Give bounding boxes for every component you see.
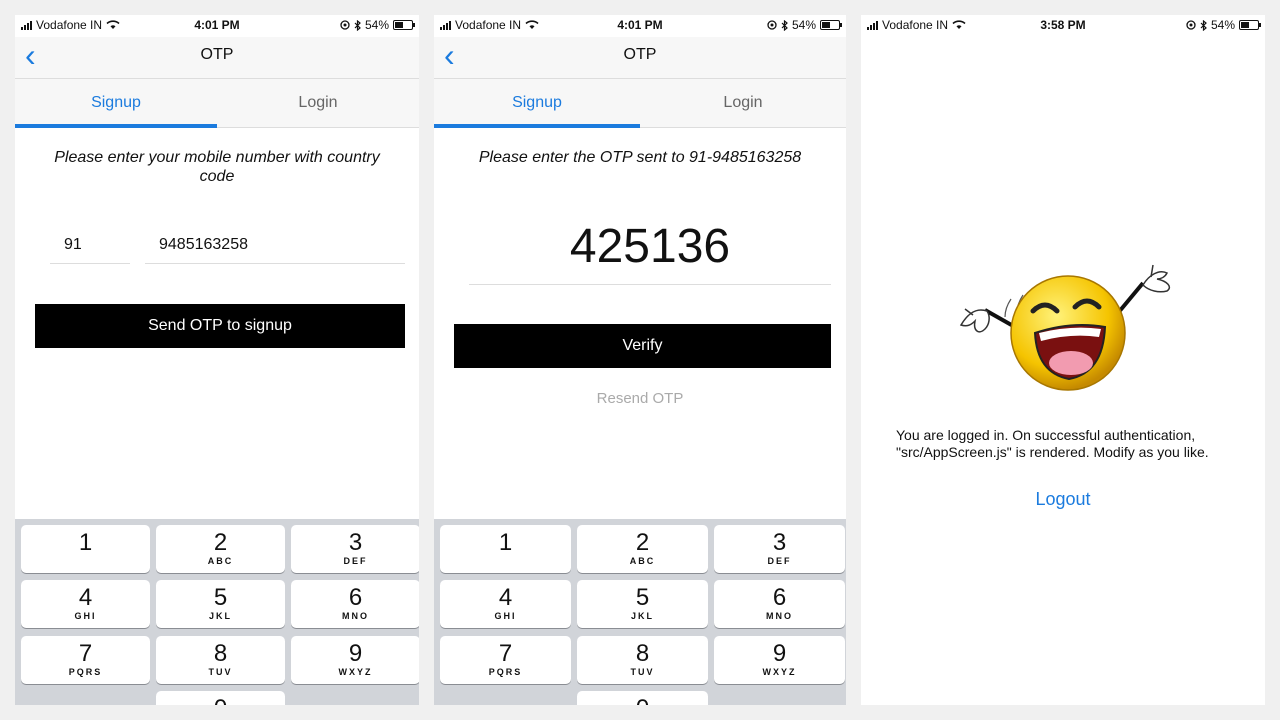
key-digit: 2 bbox=[213, 529, 228, 556]
key-digit: 4 bbox=[78, 584, 93, 611]
key-3[interactable]: 3 DEF bbox=[291, 525, 419, 573]
verify-button[interactable]: Verify bbox=[454, 324, 831, 368]
key-digit: 8 bbox=[635, 640, 650, 667]
key-4[interactable]: 4 GHI bbox=[21, 580, 150, 628]
location-icon bbox=[340, 20, 350, 30]
key-letters: DEF bbox=[767, 556, 792, 566]
key-9[interactable]: 9 WXYZ bbox=[714, 636, 845, 684]
nav-bar: ‹ OTP bbox=[15, 37, 419, 79]
key-letters: TUV bbox=[630, 667, 655, 677]
key-7[interactable]: 7 PQRS bbox=[440, 636, 571, 684]
tab-login[interactable]: Login bbox=[640, 79, 846, 127]
key-5[interactable]: 5 JKL bbox=[156, 580, 285, 628]
battery-icon bbox=[393, 20, 415, 30]
key-letters: WXYZ bbox=[338, 667, 373, 677]
key-digit: 6 bbox=[348, 584, 363, 611]
signup-phone-screen: Vodafone IN 4:01 PM 54% ‹ OTP Signup Log… bbox=[15, 15, 419, 705]
logged-in-message: You are logged in. On successful authent… bbox=[896, 427, 1209, 460]
key-6[interactable]: 6 MNO bbox=[714, 580, 845, 628]
tab-signup[interactable]: Signup bbox=[15, 79, 217, 128]
bluetooth-icon bbox=[354, 19, 361, 31]
key-letters: WXYZ bbox=[762, 667, 797, 677]
logged-in-screen: Vodafone IN 3:58 PM 54% You are logged i… bbox=[861, 15, 1265, 705]
key-digit: 1 bbox=[78, 529, 93, 556]
key-digit: 9 bbox=[348, 640, 363, 667]
key-letters: GHI bbox=[494, 611, 517, 621]
key-4[interactable]: 4 GHI bbox=[440, 580, 571, 628]
key-6[interactable]: 6 MNO bbox=[291, 580, 419, 628]
bluetooth-icon bbox=[781, 19, 788, 31]
logout-button[interactable]: Logout bbox=[861, 489, 1265, 510]
key-letters: ABC bbox=[207, 556, 234, 566]
key-letters: TUV bbox=[208, 667, 233, 677]
nav-title: OTP bbox=[623, 46, 657, 63]
key-1[interactable]: 1 bbox=[21, 525, 150, 573]
otp-verify-screen: Vodafone IN 4:01 PM 54% ‹ OTP Signup Log… bbox=[434, 15, 846, 705]
key-2[interactable]: 2 ABC bbox=[577, 525, 708, 573]
key-3[interactable]: 3 DEF bbox=[714, 525, 845, 573]
key-8[interactable]: 8 TUV bbox=[156, 636, 285, 684]
key-letters: MNO bbox=[342, 611, 369, 621]
location-icon bbox=[767, 20, 777, 30]
key-digit: 7 bbox=[78, 640, 93, 667]
key-digit: 5 bbox=[635, 584, 650, 611]
status-bar: Vodafone IN 3:58 PM 54% bbox=[861, 15, 1265, 37]
key-letters: DEF bbox=[343, 556, 368, 566]
send-otp-button[interactable]: Send OTP to signup bbox=[35, 304, 405, 348]
key-digit: 9 bbox=[772, 640, 787, 667]
location-icon bbox=[1186, 20, 1196, 30]
battery-percent: 54% bbox=[1210, 18, 1235, 32]
key-digit: 1 bbox=[498, 529, 513, 556]
key-digit: 3 bbox=[772, 529, 787, 556]
key-digit: 8 bbox=[213, 640, 228, 667]
country-code-input[interactable]: 91 bbox=[50, 227, 130, 264]
key-7[interactable]: 7 PQRS bbox=[21, 636, 150, 684]
key-letters: PQRS bbox=[488, 667, 523, 677]
nav-title: OTP bbox=[200, 46, 234, 63]
otp-prompt: Please enter the OTP sent to 91-94851632… bbox=[478, 149, 802, 166]
nav-bar: ‹ OTP bbox=[434, 37, 846, 79]
key-digit: 2 bbox=[635, 529, 650, 556]
key-digit: 5 bbox=[213, 584, 228, 611]
status-bar: Vodafone IN 4:01 PM 54% bbox=[15, 15, 419, 37]
phone-number-input[interactable]: 9485163258 bbox=[145, 227, 405, 264]
auth-tabs: Signup Login bbox=[15, 79, 419, 128]
key-5[interactable]: 5 JKL bbox=[577, 580, 708, 628]
key-digit: 0 bbox=[577, 696, 708, 706]
key-letters: MNO bbox=[766, 611, 793, 621]
tab-login[interactable]: Login bbox=[217, 79, 419, 127]
battery-percent: 54% bbox=[791, 18, 816, 32]
key-digit: 6 bbox=[772, 584, 787, 611]
battery-icon bbox=[820, 20, 842, 30]
auth-tabs: Signup Login bbox=[434, 79, 846, 128]
bluetooth-icon bbox=[1200, 19, 1207, 31]
otp-input[interactable]: 425136 bbox=[469, 215, 831, 285]
key-8[interactable]: 8 TUV bbox=[577, 636, 708, 684]
tab-signup[interactable]: Signup bbox=[434, 79, 640, 128]
numeric-keypad: 12ABC3DEF4GHI5JKL6MNO7PQRS8TUV9WXYZ0 bbox=[434, 519, 846, 705]
battery-icon bbox=[1239, 20, 1261, 30]
key-1[interactable]: 1 bbox=[440, 525, 571, 573]
resend-otp-link[interactable]: Resend OTP bbox=[434, 390, 846, 407]
laughing-emoji-icon bbox=[959, 264, 1171, 391]
key-letters: JKL bbox=[630, 611, 654, 621]
key-letters: JKL bbox=[208, 611, 232, 621]
battery-percent: 54% bbox=[364, 18, 389, 32]
key-2[interactable]: 2 ABC bbox=[156, 525, 285, 573]
key-letters: PQRS bbox=[68, 667, 103, 677]
key-digit: 0 bbox=[156, 696, 285, 706]
status-bar: Vodafone IN 4:01 PM 54% bbox=[434, 15, 846, 37]
key-letters: ABC bbox=[629, 556, 656, 566]
key-digit: 4 bbox=[498, 584, 513, 611]
phone-prompt: Please enter your mobile number with cou… bbox=[54, 149, 380, 185]
key-letters: GHI bbox=[74, 611, 97, 621]
key-digit: 3 bbox=[348, 529, 363, 556]
key-9[interactable]: 9 WXYZ bbox=[291, 636, 419, 684]
numeric-keypad: 12ABC3DEF4GHI5JKL6MNO7PQRS8TUV9WXYZ0 bbox=[15, 519, 419, 705]
key-0[interactable]: 0 bbox=[577, 691, 708, 705]
key-0[interactable]: 0 bbox=[156, 691, 285, 705]
key-digit: 7 bbox=[498, 640, 513, 667]
